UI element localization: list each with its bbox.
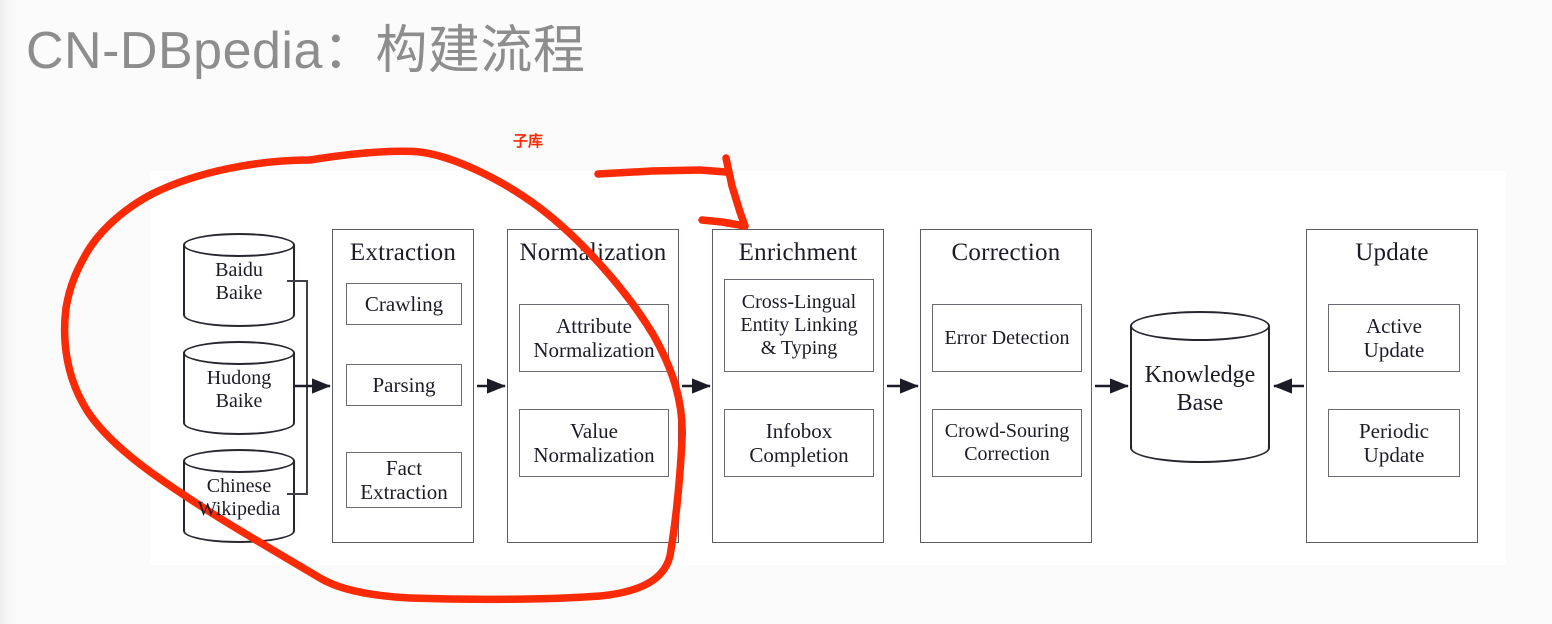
datasource-label-line2: Wikipedia — [197, 498, 281, 520]
substep-label: Parsing — [372, 373, 436, 397]
substep-label-line2: Extraction — [360, 480, 448, 504]
knowledge-base-label: Knowledge Base — [1118, 361, 1282, 417]
substep-label: Cross-Lingual Entity Linking & Typing — [740, 291, 857, 360]
substep-label-line1: Fact — [385, 456, 423, 480]
substep-error-detection: Error Detection — [932, 304, 1082, 372]
stage-normalization: Normalization Attribute Normalization Va… — [507, 229, 679, 543]
substep-label-line2: Normalization — [533, 338, 655, 362]
knowledge-base-label-line2: Base — [1176, 390, 1224, 416]
datasource-label-line1: Hudong — [206, 367, 272, 389]
substep-label: Infobox Completion — [749, 419, 848, 467]
stage-title-correction: Correction — [951, 239, 1061, 266]
datasource-label: Chinese Wikipedia — [177, 475, 301, 521]
substep-value-normalization: Value Normalization — [519, 409, 669, 477]
red-arrow-head-left — [698, 216, 749, 230]
substep-parsing: Parsing — [346, 364, 462, 406]
substep-attribute-normalization: Attribute Normalization — [519, 304, 669, 372]
substep-label-line1: Periodic — [1359, 419, 1429, 443]
substep-label-line2: Correction — [964, 443, 1050, 465]
substep-label-line2: Normalization — [533, 443, 655, 467]
cylinder-top — [1130, 311, 1270, 341]
slide-canvas: CN-DBpedia：构建流程 Baidu Baike Hudong Baike — [0, 0, 1552, 624]
substep-label: Periodic Update — [1359, 419, 1429, 467]
stage-extraction: Extraction Crawling Parsing Fact Extract… — [332, 229, 474, 543]
substep-label-line2: Update — [1363, 338, 1425, 362]
substep-label: Fact Extraction — [360, 456, 447, 504]
datasource-label: Baidu Baike — [177, 259, 301, 305]
cylinder-top — [183, 233, 295, 257]
substep-label: Attribute Normalization — [533, 314, 654, 362]
datasource-label: Hudong Baike — [177, 367, 301, 413]
cylinder-top — [183, 449, 295, 473]
substep-label-line1: Active — [1366, 314, 1422, 338]
substep-fact-extraction: Fact Extraction — [346, 452, 462, 508]
substep-cross-lingual-entity-linking: Cross-Lingual Entity Linking & Typing — [724, 279, 874, 372]
substep-label: Crawling — [364, 292, 444, 316]
cylinder-top — [183, 341, 295, 365]
datasource-hudong-baike: Hudong Baike — [183, 341, 295, 435]
substep-label-line2: Update — [1363, 443, 1425, 467]
substep-label-line1: Cross-Lingual — [741, 291, 857, 313]
substep-label-line1: Infobox — [765, 419, 833, 443]
knowledge-base-store: Knowledge Base — [1130, 311, 1270, 463]
stage-title-enrichment: Enrichment — [738, 239, 858, 266]
datasource-label-line2: Baike — [215, 390, 263, 412]
sub-library-annotation-label: 子库 — [513, 133, 544, 150]
knowledge-base-label-line1: Knowledge — [1144, 362, 1256, 388]
substep-label: Crowd-Souring Correction — [945, 420, 1069, 466]
stage-enrichment: Enrichment Cross-Lingual Entity Linking … — [712, 229, 884, 543]
red-arrow-shaft — [594, 166, 730, 178]
substep-periodic-update: Periodic Update — [1328, 409, 1460, 477]
substep-label: Error Detection — [944, 326, 1070, 349]
stage-title-update: Update — [1355, 239, 1429, 266]
stage-update: Update Active Update Periodic Update — [1306, 229, 1478, 543]
pipeline-diagram: Baidu Baike Hudong Baike Chinese Wikiped… — [0, 0, 1552, 624]
substep-crowd-souring-correction: Crowd-Souring Correction — [932, 409, 1082, 477]
substep-label-line1: Crowd-Souring — [944, 420, 1070, 442]
datasource-label-line1: Baidu — [215, 259, 263, 281]
substep-label-line1: Attribute — [556, 314, 632, 338]
datasource-chinese-wikipedia: Chinese Wikipedia — [183, 449, 295, 543]
substep-active-update: Active Update — [1328, 304, 1460, 372]
substep-label-line2: Completion — [749, 443, 849, 467]
substep-infobox-completion: Infobox Completion — [724, 409, 874, 477]
substep-label-line3: & Typing — [760, 337, 838, 359]
substep-label-line1: Value — [570, 419, 618, 443]
stage-title-normalization: Normalization — [519, 239, 667, 266]
stage-title-extraction: Extraction — [349, 239, 457, 266]
substep-label: Value Normalization — [533, 419, 654, 467]
datasource-label-line2: Baike — [215, 282, 263, 304]
substep-label: Active Update — [1364, 314, 1425, 362]
red-arrow-head-right — [722, 154, 749, 230]
substep-label-line2: Entity Linking — [740, 314, 858, 336]
substep-crawling: Crawling — [346, 283, 462, 325]
datasource-baidu-baike: Baidu Baike — [183, 233, 295, 327]
datasource-label-line1: Chinese — [206, 475, 272, 497]
stage-correction: Correction Error Detection Crowd-Souring… — [920, 229, 1092, 543]
